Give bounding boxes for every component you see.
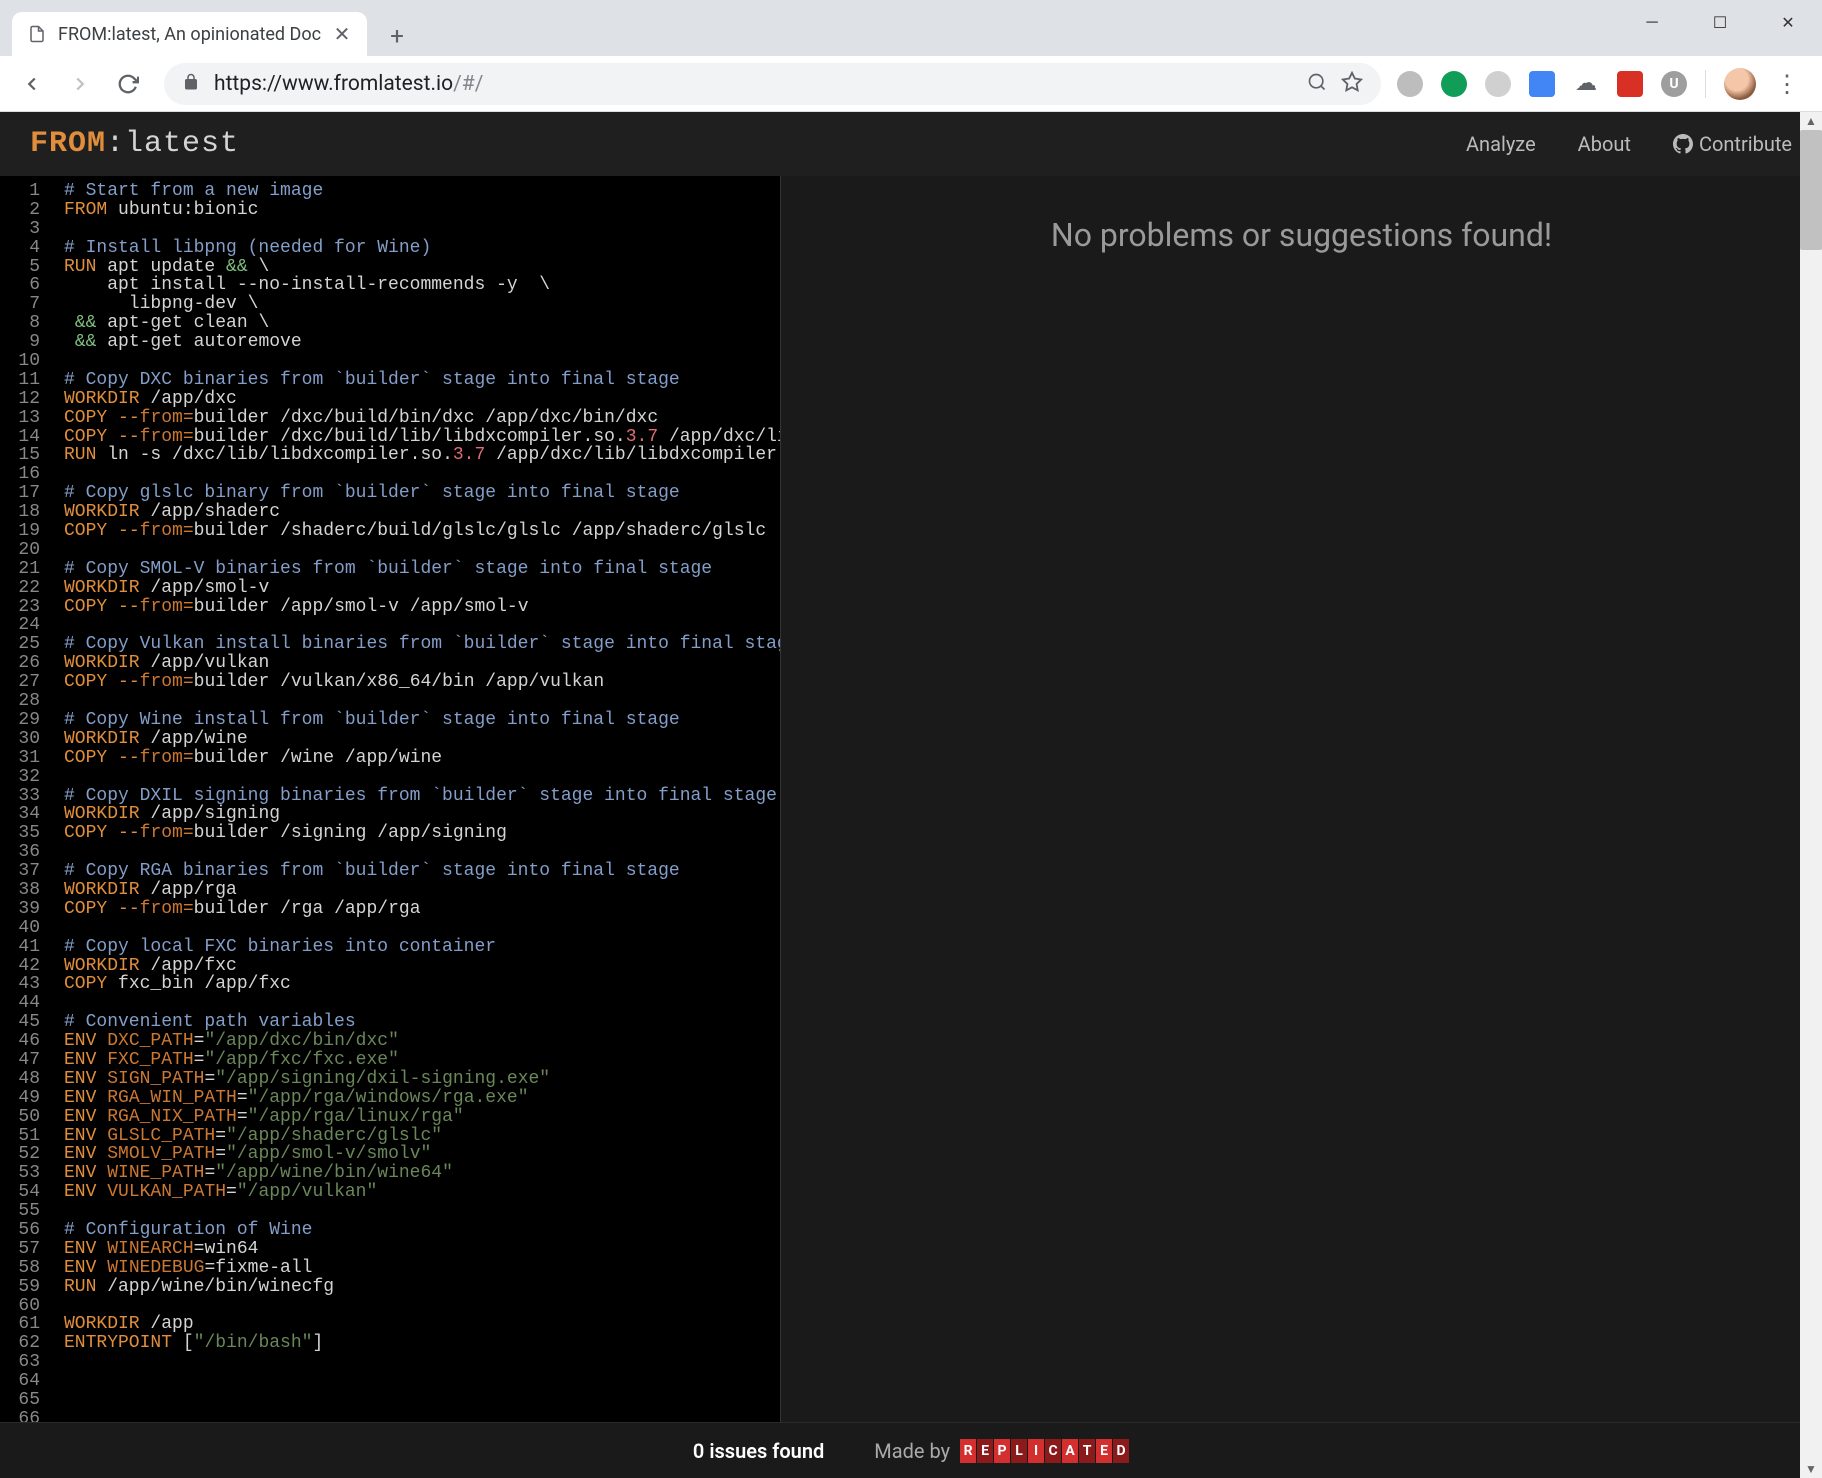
cloud-icon[interactable]: ☁ bbox=[1573, 71, 1599, 97]
nav-links: Analyze About Contribute bbox=[1466, 132, 1792, 156]
new-tab-button[interactable]: + bbox=[377, 16, 417, 56]
extension-icon[interactable] bbox=[1397, 71, 1423, 97]
tab-title: FROM:latest, An opinionated Doc bbox=[58, 24, 321, 45]
close-window-button[interactable]: ✕ bbox=[1754, 0, 1822, 44]
logo[interactable]: FROM:latest bbox=[30, 127, 239, 161]
scroll-down-arrow[interactable]: ▼ bbox=[1800, 1460, 1822, 1478]
vertical-scrollbar[interactable]: ▲ ▼ bbox=[1800, 112, 1822, 1478]
browser-tab[interactable]: FROM:latest, An opinionated Doc ✕ bbox=[12, 12, 367, 56]
results-message: No problems or suggestions found! bbox=[821, 216, 1782, 254]
star-icon[interactable] bbox=[1341, 71, 1363, 97]
forward-button[interactable] bbox=[60, 64, 100, 104]
replicated-logo[interactable]: REPLICATED bbox=[960, 1439, 1129, 1463]
minimize-button[interactable]: ─ bbox=[1618, 0, 1686, 44]
nav-about[interactable]: About bbox=[1578, 132, 1631, 156]
issues-count: 0 issues found bbox=[693, 1439, 824, 1463]
extension-icon[interactable]: U bbox=[1661, 71, 1687, 97]
scroll-up-arrow[interactable]: ▲ bbox=[1800, 112, 1822, 130]
lock-icon bbox=[182, 73, 200, 95]
app-header: FROM:latest Analyze About Contribute bbox=[0, 112, 1822, 176]
footer: 0 issues found Made by REPLICATED bbox=[0, 1422, 1822, 1478]
address-bar[interactable]: https://www.fromlatest.io/#/ bbox=[164, 63, 1381, 105]
code-editor[interactable]: 1234567891011121314151617181920212223242… bbox=[0, 176, 780, 1422]
back-button[interactable] bbox=[12, 64, 52, 104]
app-content: FROM:latest Analyze About Contribute 123… bbox=[0, 112, 1822, 1478]
divider bbox=[1705, 70, 1706, 98]
made-by-label: Made by bbox=[874, 1439, 950, 1463]
scroll-thumb[interactable] bbox=[1800, 130, 1822, 250]
profile-avatar[interactable] bbox=[1724, 68, 1756, 100]
reload-button[interactable] bbox=[108, 64, 148, 104]
tab-strip: FROM:latest, An opinionated Doc ✕ + bbox=[0, 0, 1822, 56]
line-gutter: 1234567891011121314151617181920212223242… bbox=[0, 176, 54, 1422]
extension-icon[interactable] bbox=[1485, 71, 1511, 97]
attribution: Made by REPLICATED bbox=[874, 1439, 1129, 1463]
browser-toolbar: https://www.fromlatest.io/#/ ☁ U ⋮ bbox=[0, 56, 1822, 112]
github-icon bbox=[1673, 134, 1693, 154]
nav-contribute[interactable]: Contribute bbox=[1673, 132, 1792, 156]
window-controls: ─ ☐ ✕ bbox=[1618, 0, 1822, 44]
url-text: https://www.fromlatest.io/#/ bbox=[214, 72, 1293, 96]
logo-from: FROM bbox=[30, 127, 106, 161]
nav-contribute-label: Contribute bbox=[1699, 132, 1792, 156]
code-content[interactable]: # Start from a new imageFROM ubuntu:bion… bbox=[54, 176, 780, 1422]
chrome-menu-button[interactable]: ⋮ bbox=[1774, 71, 1800, 97]
results-panel: No problems or suggestions found! bbox=[780, 176, 1822, 1422]
browser-chrome: ─ ☐ ✕ FROM:latest, An opinionated Doc ✕ … bbox=[0, 0, 1822, 112]
extension-icon[interactable] bbox=[1441, 71, 1467, 97]
maximize-button[interactable]: ☐ bbox=[1686, 0, 1754, 44]
main-panel: 1234567891011121314151617181920212223242… bbox=[0, 176, 1822, 1422]
extension-icon[interactable] bbox=[1617, 71, 1643, 97]
extension-icon[interactable] bbox=[1529, 71, 1555, 97]
nav-analyze[interactable]: Analyze bbox=[1466, 132, 1536, 156]
page-icon bbox=[26, 23, 48, 45]
search-icon[interactable] bbox=[1307, 72, 1327, 96]
logo-latest: :latest bbox=[106, 127, 239, 161]
extension-icons: ☁ U ⋮ bbox=[1397, 68, 1810, 100]
close-tab-button[interactable]: ✕ bbox=[331, 23, 353, 45]
